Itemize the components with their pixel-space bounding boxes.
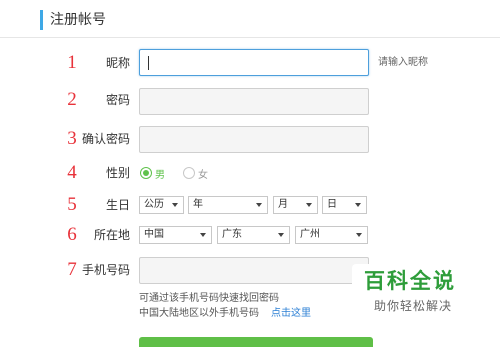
chevron-down-icon	[278, 233, 284, 237]
phone-recovery-note: 可通过该手机号码快速找回密码	[139, 293, 279, 304]
submit-button[interactable]	[139, 337, 373, 347]
birth-year-select[interactable]: 年	[188, 196, 268, 214]
nickname-label: 昵称	[105, 56, 130, 70]
birth-month-select[interactable]: 月	[273, 196, 318, 214]
step-number: 4	[67, 162, 77, 183]
click-here-link[interactable]: 点击这里	[271, 308, 311, 319]
gender-radio-group: 男 女	[140, 158, 226, 188]
nickname-hint: 请输入昵称	[378, 57, 428, 68]
step-number: 3	[67, 128, 77, 149]
step-number: 6	[67, 224, 77, 245]
phone-label: 手机号码	[81, 263, 130, 277]
watermark-subtitle: 助你轻松解决	[374, 299, 453, 313]
watermark-title: 百科全说	[364, 269, 456, 293]
radio-checked-icon[interactable]	[140, 167, 152, 179]
birthday-label: 生日	[105, 198, 130, 212]
province-value: 广东	[222, 229, 242, 240]
page-title: 注册帐号	[40, 10, 106, 30]
password-row: 2 密码	[0, 85, 500, 115]
gender-female-radio[interactable]: 女	[183, 166, 208, 181]
chevron-down-icon	[356, 233, 362, 237]
birth-year-value: 年	[193, 199, 203, 210]
nickname-input[interactable]	[139, 49, 369, 76]
birth-day-value: 日	[327, 199, 337, 210]
chevron-down-icon	[306, 203, 312, 207]
phone-input[interactable]	[139, 257, 369, 284]
confirm-password-label: 确认密码	[81, 132, 130, 146]
overseas-phone-text: 中国大陆地区以外手机号码	[139, 308, 259, 319]
birth-day-select[interactable]: 日	[322, 196, 367, 214]
nickname-row: 1 昵称 请输入昵称	[0, 48, 500, 78]
password-label: 密码	[105, 93, 130, 107]
confirm-password-row: 3 确认密码	[0, 124, 500, 154]
calendar-type-value: 公历	[144, 199, 164, 210]
confirm-password-input[interactable]	[139, 126, 369, 153]
gender-row: 4 性别 男 女	[0, 158, 500, 188]
country-value: 中国	[144, 229, 164, 240]
chevron-down-icon	[256, 203, 262, 207]
birth-month-value: 月	[278, 199, 288, 210]
chevron-down-icon	[172, 203, 178, 207]
gender-label: 性别	[105, 166, 130, 180]
gender-male-radio[interactable]: 男	[140, 166, 165, 181]
step-number: 2	[67, 89, 77, 110]
chevron-down-icon	[200, 233, 206, 237]
city-value: 广州	[300, 229, 320, 240]
chevron-down-icon	[355, 203, 361, 207]
country-select[interactable]: 中国	[139, 226, 212, 244]
location-label: 所在地	[93, 228, 130, 242]
province-select[interactable]: 广东	[217, 226, 290, 244]
step-number: 7	[67, 259, 77, 280]
watermark-logo: 百科全说 助你轻松解决	[352, 264, 465, 324]
birthday-row: 5 生日 公历 年 月 日	[0, 190, 500, 220]
password-input[interactable]	[139, 88, 369, 115]
text-caret	[148, 56, 149, 70]
step-number: 1	[67, 52, 77, 73]
gender-male-label: 男	[155, 169, 165, 181]
header-divider	[0, 37, 500, 38]
step-number: 5	[67, 194, 77, 215]
overseas-phone-note: 中国大陆地区以外手机号码 点击这里	[139, 307, 311, 321]
radio-unchecked-icon[interactable]	[183, 167, 195, 179]
calendar-type-select[interactable]: 公历	[139, 196, 184, 214]
gender-female-label: 女	[198, 169, 208, 181]
location-row: 6 所在地 中国 广东 广州	[0, 220, 500, 250]
city-select[interactable]: 广州	[295, 226, 368, 244]
